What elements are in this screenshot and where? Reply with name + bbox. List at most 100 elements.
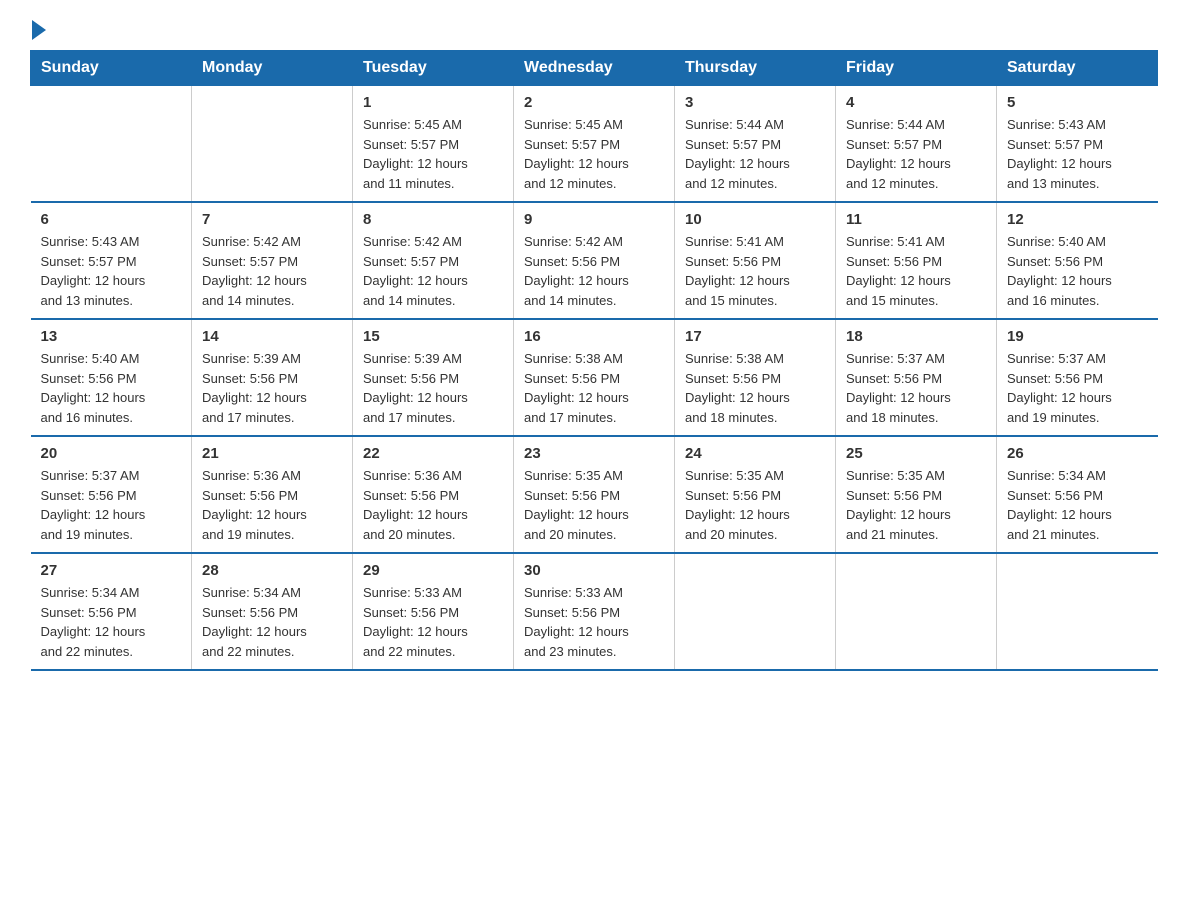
day-info: Sunrise: 5:44 AM Sunset: 5:57 PM Dayligh…: [685, 115, 825, 193]
day-info: Sunrise: 5:41 AM Sunset: 5:56 PM Dayligh…: [685, 232, 825, 310]
day-info: Sunrise: 5:35 AM Sunset: 5:56 PM Dayligh…: [846, 466, 986, 544]
day-number: 6: [41, 211, 182, 228]
day-info: Sunrise: 5:38 AM Sunset: 5:56 PM Dayligh…: [524, 349, 664, 427]
calendar-day-cell: [997, 553, 1158, 670]
day-info: Sunrise: 5:40 AM Sunset: 5:56 PM Dayligh…: [41, 349, 182, 427]
day-number: 12: [1007, 211, 1148, 228]
day-number: 19: [1007, 328, 1148, 345]
calendar-week-row: 27 Sunrise: 5:34 AM Sunset: 5:56 PM Dayli…: [31, 553, 1158, 670]
day-info: Sunrise: 5:34 AM Sunset: 5:56 PM Dayligh…: [202, 583, 342, 661]
calendar-day-cell: 15 Sunrise: 5:39 AM Sunset: 5:56 PM Dayli…: [353, 319, 514, 436]
day-number: 25: [846, 445, 986, 462]
calendar-day-cell: 17Sunrise: 5:38 AM Sunset: 5:56 PM Dayli…: [675, 319, 836, 436]
day-number: 4: [846, 94, 986, 111]
logo-area: [30, 20, 48, 40]
weekday-header-sunday: Sunday: [31, 51, 192, 86]
day-info: Sunrise: 5:35 AM Sunset: 5:56 PM Dayligh…: [685, 466, 825, 544]
calendar-day-cell: 20 Sunrise: 5:37 AM Sunset: 5:56 PM Dayli…: [31, 436, 192, 553]
calendar-week-row: 13 Sunrise: 5:40 AM Sunset: 5:56 PM Dayli…: [31, 319, 1158, 436]
day-number: 21: [202, 445, 342, 462]
day-number: 28: [202, 562, 342, 579]
day-number: 14: [202, 328, 342, 345]
day-number: 20: [41, 445, 182, 462]
calendar-table: SundayMondayTuesdayWednesdayThursdayFrid…: [30, 50, 1158, 671]
weekday-header-friday: Friday: [836, 51, 997, 86]
weekday-header-thursday: Thursday: [675, 51, 836, 86]
day-number: 16: [524, 328, 664, 345]
weekday-header-wednesday: Wednesday: [514, 51, 675, 86]
day-info: Sunrise: 5:33 AM Sunset: 5:56 PM Dayligh…: [524, 583, 664, 661]
calendar-day-cell: [836, 553, 997, 670]
day-number: 10: [685, 211, 825, 228]
day-info: Sunrise: 5:36 AM Sunset: 5:56 PM Dayligh…: [202, 466, 342, 544]
day-info: Sunrise: 5:42 AM Sunset: 5:57 PM Dayligh…: [202, 232, 342, 310]
day-number: 23: [524, 445, 664, 462]
logo: [30, 20, 48, 40]
day-number: 3: [685, 94, 825, 111]
day-info: Sunrise: 5:34 AM Sunset: 5:56 PM Dayligh…: [41, 583, 182, 661]
calendar-day-cell: 24 Sunrise: 5:35 AM Sunset: 5:56 PM Dayli…: [675, 436, 836, 553]
calendar-day-cell: 27 Sunrise: 5:34 AM Sunset: 5:56 PM Dayli…: [31, 553, 192, 670]
day-number: 27: [41, 562, 182, 579]
day-number: 1: [363, 94, 503, 111]
day-info: Sunrise: 5:37 AM Sunset: 5:56 PM Dayligh…: [846, 349, 986, 427]
day-number: 13: [41, 328, 182, 345]
calendar-day-cell: 11Sunrise: 5:41 AM Sunset: 5:56 PM Dayli…: [836, 202, 997, 319]
day-number: 26: [1007, 445, 1148, 462]
day-info: Sunrise: 5:42 AM Sunset: 5:56 PM Dayligh…: [524, 232, 664, 310]
calendar-day-cell: 23 Sunrise: 5:35 AM Sunset: 5:56 PM Dayli…: [514, 436, 675, 553]
header: [30, 20, 1158, 40]
day-info: Sunrise: 5:39 AM Sunset: 5:56 PM Dayligh…: [363, 349, 503, 427]
day-number: 15: [363, 328, 503, 345]
day-number: 8: [363, 211, 503, 228]
day-info: Sunrise: 5:44 AM Sunset: 5:57 PM Dayligh…: [846, 115, 986, 193]
calendar-day-cell: 29Sunrise: 5:33 AM Sunset: 5:56 PM Dayli…: [353, 553, 514, 670]
calendar-week-row: 20 Sunrise: 5:37 AM Sunset: 5:56 PM Dayli…: [31, 436, 1158, 553]
day-info: Sunrise: 5:37 AM Sunset: 5:56 PM Dayligh…: [1007, 349, 1148, 427]
calendar-day-cell: 30 Sunrise: 5:33 AM Sunset: 5:56 PM Dayli…: [514, 553, 675, 670]
calendar-week-row: 6 Sunrise: 5:43 AM Sunset: 5:57 PM Daylig…: [31, 202, 1158, 319]
day-info: Sunrise: 5:38 AM Sunset: 5:56 PM Dayligh…: [685, 349, 825, 427]
day-info: Sunrise: 5:45 AM Sunset: 5:57 PM Dayligh…: [524, 115, 664, 193]
calendar-day-cell: [675, 553, 836, 670]
calendar-day-cell: [192, 86, 353, 203]
calendar-day-cell: 16 Sunrise: 5:38 AM Sunset: 5:56 PM Dayli…: [514, 319, 675, 436]
day-info: Sunrise: 5:35 AM Sunset: 5:56 PM Dayligh…: [524, 466, 664, 544]
day-number: 5: [1007, 94, 1148, 111]
calendar-day-cell: 19 Sunrise: 5:37 AM Sunset: 5:56 PM Dayli…: [997, 319, 1158, 436]
calendar-day-cell: 10 Sunrise: 5:41 AM Sunset: 5:56 PM Dayli…: [675, 202, 836, 319]
weekday-header-saturday: Saturday: [997, 51, 1158, 86]
day-number: 22: [363, 445, 503, 462]
weekday-header-tuesday: Tuesday: [353, 51, 514, 86]
calendar-day-cell: 28 Sunrise: 5:34 AM Sunset: 5:56 PM Dayli…: [192, 553, 353, 670]
day-number: 30: [524, 562, 664, 579]
day-info: Sunrise: 5:43 AM Sunset: 5:57 PM Dayligh…: [41, 232, 182, 310]
calendar-day-cell: 4 Sunrise: 5:44 AM Sunset: 5:57 PM Daylig…: [836, 86, 997, 203]
day-number: 29: [363, 562, 503, 579]
calendar-day-cell: 8 Sunrise: 5:42 AM Sunset: 5:57 PM Daylig…: [353, 202, 514, 319]
day-info: Sunrise: 5:41 AM Sunset: 5:56 PM Dayligh…: [846, 232, 986, 310]
day-info: Sunrise: 5:36 AM Sunset: 5:56 PM Dayligh…: [363, 466, 503, 544]
day-info: Sunrise: 5:42 AM Sunset: 5:57 PM Dayligh…: [363, 232, 503, 310]
calendar-day-cell: 18Sunrise: 5:37 AM Sunset: 5:56 PM Dayli…: [836, 319, 997, 436]
day-info: Sunrise: 5:40 AM Sunset: 5:56 PM Dayligh…: [1007, 232, 1148, 310]
calendar-day-cell: 26Sunrise: 5:34 AM Sunset: 5:56 PM Dayli…: [997, 436, 1158, 553]
day-number: 2: [524, 94, 664, 111]
day-number: 7: [202, 211, 342, 228]
calendar-day-cell: 7 Sunrise: 5:42 AM Sunset: 5:57 PM Daylig…: [192, 202, 353, 319]
calendar-day-cell: 13 Sunrise: 5:40 AM Sunset: 5:56 PM Dayli…: [31, 319, 192, 436]
day-info: Sunrise: 5:39 AM Sunset: 5:56 PM Dayligh…: [202, 349, 342, 427]
calendar-day-cell: 12 Sunrise: 5:40 AM Sunset: 5:56 PM Dayli…: [997, 202, 1158, 319]
calendar-day-cell: 1 Sunrise: 5:45 AM Sunset: 5:57 PM Daylig…: [353, 86, 514, 203]
calendar-day-cell: 21 Sunrise: 5:36 AM Sunset: 5:56 PM Dayli…: [192, 436, 353, 553]
calendar-day-cell: 25 Sunrise: 5:35 AM Sunset: 5:56 PM Dayli…: [836, 436, 997, 553]
calendar-day-cell: [31, 86, 192, 203]
day-number: 9: [524, 211, 664, 228]
calendar-day-cell: 22 Sunrise: 5:36 AM Sunset: 5:56 PM Dayli…: [353, 436, 514, 553]
day-number: 24: [685, 445, 825, 462]
day-info: Sunrise: 5:45 AM Sunset: 5:57 PM Dayligh…: [363, 115, 503, 193]
calendar-week-row: 1 Sunrise: 5:45 AM Sunset: 5:57 PM Daylig…: [31, 86, 1158, 203]
calendar-header: SundayMondayTuesdayWednesdayThursdayFrid…: [31, 51, 1158, 86]
day-info: Sunrise: 5:37 AM Sunset: 5:56 PM Dayligh…: [41, 466, 182, 544]
weekday-header-row: SundayMondayTuesdayWednesdayThursdayFrid…: [31, 51, 1158, 86]
